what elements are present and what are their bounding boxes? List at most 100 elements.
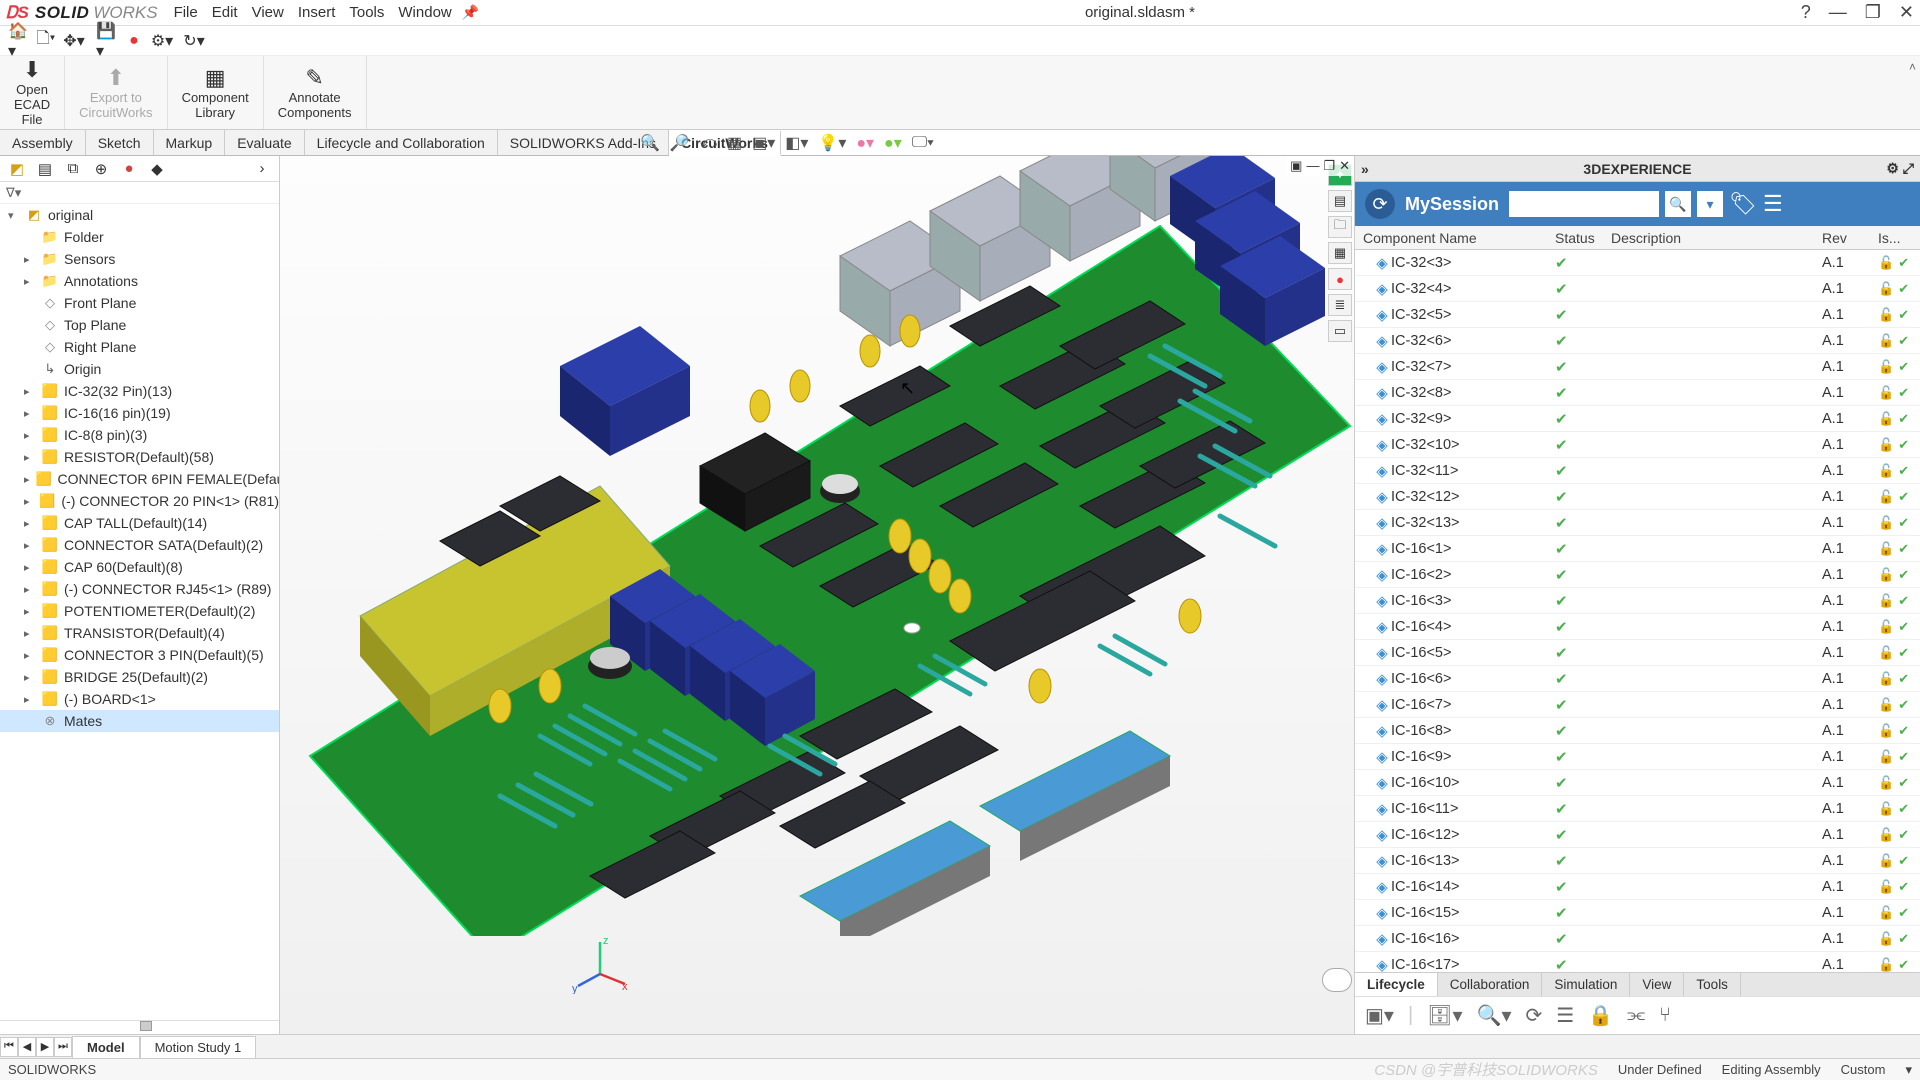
expand-icon[interactable]: ▸ <box>24 627 36 640</box>
search-icon[interactable]: 🔍 <box>1665 191 1691 217</box>
mdi-minimize-icon[interactable]: — <box>1306 158 1319 174</box>
design-library-icon[interactable]: ▤ <box>1328 190 1352 212</box>
branch-icon[interactable]: ⑂ <box>1659 1004 1671 1027</box>
status-caret-icon[interactable]: ▾ <box>1905 1062 1912 1078</box>
expand-icon[interactable]: ▸ <box>24 539 36 552</box>
view-palette-icon[interactable]: ▦ <box>1328 242 1352 264</box>
save-cloud-icon[interactable]: ▣▾ <box>1365 1003 1394 1028</box>
component-row[interactable]: ◈IC-32<9>✔A.1🔓✔ <box>1355 406 1920 432</box>
search-dropdown-icon[interactable]: ▾ <box>1697 191 1723 217</box>
menu-view[interactable]: View <box>252 4 284 21</box>
menu-window[interactable]: Window <box>398 4 451 21</box>
tree-item[interactable]: ▸🟨CONNECTOR SATA(Default)(2) <box>0 534 279 556</box>
component-row[interactable]: ◈IC-16<8>✔A.1🔓✔ <box>1355 718 1920 744</box>
display-manager-icon[interactable]: ● <box>118 158 140 180</box>
custom-props-icon[interactable]: ≣ <box>1328 294 1352 316</box>
component-row[interactable]: ◈IC-16<17>✔A.1🔓✔ <box>1355 952 1920 972</box>
component-row[interactable]: ◈IC-16<7>✔A.1🔓✔ <box>1355 692 1920 718</box>
cw-manager-icon[interactable]: ◆ <box>146 158 168 180</box>
tree-item[interactable]: ↳Origin <box>0 358 279 380</box>
appearances-icon[interactable]: ● <box>1328 268 1352 290</box>
tab-first-icon[interactable]: ⏮ <box>0 1037 18 1057</box>
col-rev[interactable]: Rev <box>1822 230 1878 246</box>
component-row[interactable]: ◈IC-16<3>✔A.1🔓✔ <box>1355 588 1920 614</box>
tree-item[interactable]: ▸🟨CAP 60(Default)(8) <box>0 556 279 578</box>
component-row[interactable]: ◈IC-16<16>✔A.1🔓✔ <box>1355 926 1920 952</box>
zoom-fit-icon[interactable]: 🔍 <box>640 133 660 153</box>
tab-lifecycle-and-collaboration[interactable]: Lifecycle and Collaboration <box>305 130 498 155</box>
panel-collapse-icon[interactable]: » <box>1361 161 1369 177</box>
tree-item[interactable]: ◇Top Plane <box>0 314 279 336</box>
feature-manager-icon[interactable]: ◩ <box>6 158 28 180</box>
rebuild-icon[interactable]: ↻▾ <box>184 31 204 51</box>
component-row[interactable]: ◈IC-16<11>✔A.1🔓✔ <box>1355 796 1920 822</box>
component-row[interactable]: ◈IC-16<14>✔A.1🔓✔ <box>1355 874 1920 900</box>
home-icon[interactable]: 🏠▾ <box>8 31 28 51</box>
search-tool-icon[interactable]: 🔍▾ <box>1477 1003 1512 1028</box>
menu-icon[interactable]: ☰ <box>1763 191 1783 217</box>
tree-item[interactable]: ▸🟨BRIDGE 25(Default)(2) <box>0 666 279 688</box>
expand-icon[interactable]: ▸ <box>24 429 36 442</box>
splitter-handle-icon[interactable] <box>140 1021 152 1031</box>
mdi-icon[interactable]: ▣ <box>1290 158 1302 174</box>
prev-view-icon[interactable]: ⤺ <box>700 134 717 152</box>
panel-settings-icon[interactable]: ⚙ ⤢ <box>1886 160 1914 177</box>
close-icon[interactable]: ✕ <box>1899 2 1914 23</box>
open-icon[interactable]: ✥▾ <box>64 31 84 51</box>
tab-markup[interactable]: Markup <box>154 130 226 155</box>
component-row[interactable]: ◈IC-32<5>✔A.1🔓✔ <box>1355 302 1920 328</box>
component-row[interactable]: ◈IC-16<15>✔A.1🔓✔ <box>1355 900 1920 926</box>
expand-icon[interactable]: ▸ <box>24 275 36 288</box>
view-orient-icon[interactable]: ▣▾ <box>752 133 775 153</box>
col-desc[interactable]: Description <box>1611 230 1822 246</box>
tree-item[interactable]: ▸🟨IC-8(8 pin)(3) <box>0 424 279 446</box>
save-icon[interactable]: 💾▾ <box>96 31 116 51</box>
dx-tab-simulation[interactable]: Simulation <box>1542 973 1630 996</box>
component-row[interactable]: ◈IC-32<12>✔A.1🔓✔ <box>1355 484 1920 510</box>
tree-filter[interactable]: ∇▾ <box>0 182 279 204</box>
tab-last-icon[interactable]: ⏭ <box>54 1037 72 1057</box>
session-search-input[interactable] <box>1509 191 1659 217</box>
component-row[interactable]: ◈IC-32<6>✔A.1🔓✔ <box>1355 328 1920 354</box>
col-is[interactable]: Is... <box>1878 230 1920 246</box>
dx-tab-tools[interactable]: Tools <box>1684 973 1741 996</box>
dx-tab-collaboration[interactable]: Collaboration <box>1438 973 1543 996</box>
zoom-area-icon[interactable]: 🔎 <box>670 133 690 153</box>
config-manager-icon[interactable]: ⧉ <box>62 158 84 180</box>
scene-icon[interactable]: ●▾ <box>884 133 902 153</box>
db-icon[interactable]: 🗄▾ <box>1427 1003 1462 1028</box>
new-icon[interactable]: 🗋▾ <box>36 31 56 51</box>
feedback-bubble-icon[interactable] <box>1322 968 1352 992</box>
tab-prev-icon[interactable]: ◀ <box>18 1037 36 1057</box>
component-row[interactable]: ◈IC-32<13>✔A.1🔓✔ <box>1355 510 1920 536</box>
ribbon-open[interactable]: ⬇OpenECADFile <box>0 56 65 129</box>
tab-sketch[interactable]: Sketch <box>86 130 154 155</box>
link-icon[interactable]: ⫘ <box>1627 1004 1645 1027</box>
ribbon-annotate[interactable]: ✎AnnotateComponents <box>264 56 367 129</box>
display-style-icon[interactable]: ◧▾ <box>785 133 808 153</box>
help-icon[interactable]: ? <box>1801 2 1811 23</box>
hide-show-icon[interactable]: 💡▾ <box>818 133 846 153</box>
component-row[interactable]: ◈IC-16<1>✔A.1🔓✔ <box>1355 536 1920 562</box>
expand-icon[interactable]: ▸ <box>24 407 36 420</box>
col-status[interactable]: Status <box>1555 230 1611 246</box>
tree-item[interactable]: ▸🟨CONNECTOR 6PIN FEMALE(Default)(4) <box>0 468 279 490</box>
tree-root[interactable]: ▾◩original <box>0 204 279 226</box>
component-row[interactable]: ◈IC-16<4>✔A.1🔓✔ <box>1355 614 1920 640</box>
view-settings-icon[interactable]: 🖵▾ <box>912 134 934 152</box>
lock-icon[interactable]: 🔒 <box>1588 1003 1613 1028</box>
tab-assembly[interactable]: Assembly <box>0 130 86 155</box>
component-row[interactable]: ◈IC-32<7>✔A.1🔓✔ <box>1355 354 1920 380</box>
refresh-icon[interactable]: ⟳ <box>1526 1003 1543 1028</box>
col-name[interactable]: Component Name <box>1355 230 1555 246</box>
appearance-icon[interactable]: ●▾ <box>856 133 874 153</box>
section-icon[interactable]: ▦ <box>727 133 742 153</box>
graphics-viewport[interactable]: ▣ — ❐ ✕ ✦ ▤ 🗀 ▦ ● ≣ ▭ <box>280 156 1354 1034</box>
dx-tab-lifecycle[interactable]: Lifecycle <box>1355 973 1438 996</box>
component-row[interactable]: ◈IC-16<2>✔A.1🔓✔ <box>1355 562 1920 588</box>
component-row[interactable]: ◈IC-32<4>✔A.1🔓✔ <box>1355 276 1920 302</box>
component-row[interactable]: ◈IC-32<11>✔A.1🔓✔ <box>1355 458 1920 484</box>
pin-icon[interactable]: 📌 <box>462 4 479 21</box>
tree-item[interactable]: ▸📁Sensors <box>0 248 279 270</box>
tree-item[interactable]: ▸🟨(-) BOARD<1> <box>0 688 279 710</box>
